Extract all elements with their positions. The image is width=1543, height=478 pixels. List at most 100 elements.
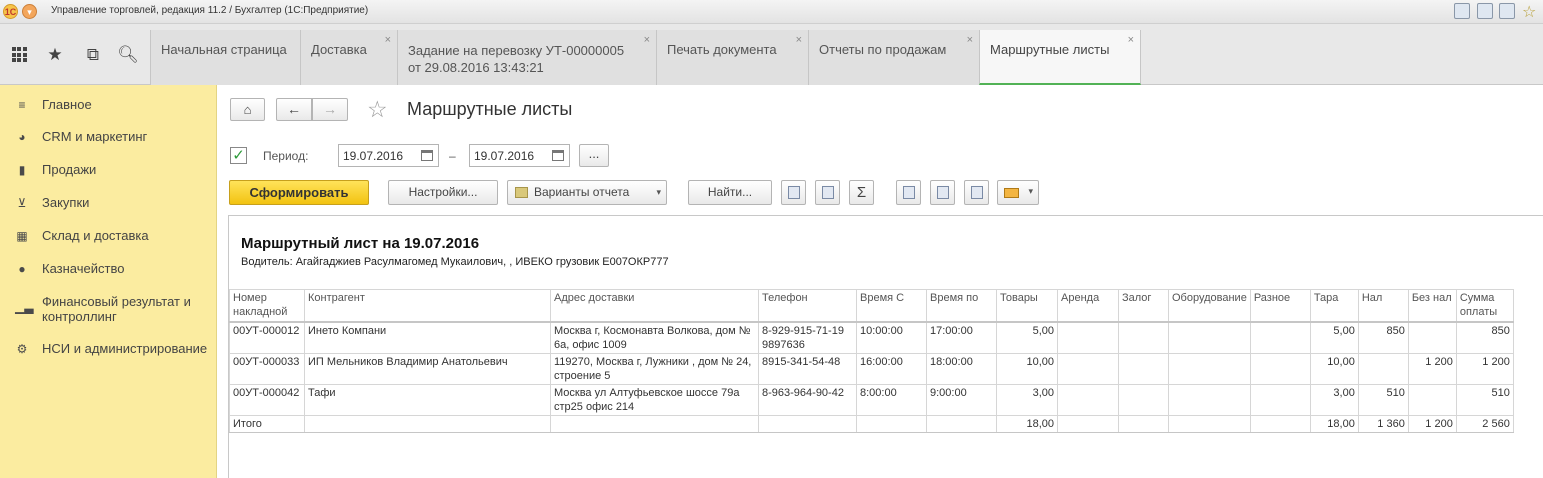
table-cell[interactable]: 00УТ-000033	[229, 352, 305, 385]
tab-route-sheets[interactable]: Маршрутные листы ×	[979, 30, 1141, 85]
period-checkbox[interactable]: ✓	[230, 147, 247, 164]
table-cell[interactable]: 1 200	[1407, 352, 1457, 385]
copy-button[interactable]	[781, 180, 806, 205]
table-cell[interactable]: 850	[1455, 321, 1514, 354]
table-cell[interactable]	[1057, 414, 1119, 433]
table-cell[interactable]	[1118, 352, 1169, 385]
table-cell[interactable]	[1168, 414, 1251, 433]
main-menu-icon[interactable]: ▾	[22, 4, 37, 19]
table-cell[interactable]	[304, 414, 551, 433]
table-cell[interactable]	[856, 414, 927, 433]
table-cell[interactable]	[1118, 321, 1169, 354]
sum-button[interactable]: Σ	[849, 180, 874, 205]
table-cell[interactable]	[1249, 352, 1311, 385]
sidebar-item-sales[interactable]: ▮ Продажи	[0, 159, 217, 183]
preview-icon[interactable]	[1499, 3, 1515, 19]
send-mail-button[interactable]: ▾	[997, 180, 1039, 205]
table-cell[interactable]: 510	[1455, 383, 1514, 416]
table-cell[interactable]	[1249, 383, 1311, 416]
sidebar-item-warehouse[interactable]: ▦ Склад и доставка	[0, 225, 217, 249]
table-cell[interactable]: 3,00	[1309, 383, 1359, 416]
paste-button[interactable]	[815, 180, 840, 205]
table-cell[interactable]	[1407, 321, 1457, 354]
table-cell[interactable]	[550, 414, 759, 433]
save-icon[interactable]	[1454, 3, 1470, 19]
back-button[interactable]: ←	[276, 98, 312, 121]
history-icon[interactable]: ⧉	[82, 44, 104, 66]
table-cell[interactable]: 1 200	[1455, 352, 1514, 385]
sidebar-item-purchases[interactable]: ⊻ Закупки	[0, 192, 217, 216]
table-cell[interactable]: 8:00:00	[856, 383, 927, 416]
table-cell[interactable]: 510	[1357, 383, 1409, 416]
table-cell[interactable]: Инето Компани	[304, 321, 551, 354]
table-cell[interactable]: 119270, Москва г, Лужники , дом № 24, ст…	[550, 352, 759, 385]
tab-delivery[interactable]: Доставка ×	[300, 30, 397, 85]
table-cell[interactable]: 850	[1357, 321, 1409, 354]
preview-button[interactable]	[930, 180, 955, 205]
table-cell[interactable]: Тафи	[304, 383, 551, 416]
close-icon[interactable]: ×	[796, 34, 802, 46]
table-cell[interactable]: 16:00:00	[856, 352, 927, 385]
table-cell[interactable]: 18,00	[1309, 414, 1359, 433]
settings-button[interactable]: Настройки...	[388, 180, 498, 205]
table-cell[interactable]: 8915-341-54-48	[758, 352, 857, 385]
search-icon[interactable]: 🔍︎	[117, 44, 139, 66]
table-cell[interactable]: 17:00:00	[926, 321, 997, 354]
table-cell[interactable]: ИП Мельников Владимир Анатольевич	[304, 352, 551, 385]
table-cell[interactable]: 8-929-915-71-19 9897636	[758, 321, 857, 354]
report-sheet[interactable]: Маршрутный лист на 19.07.2016 Водитель: …	[228, 215, 1543, 478]
print-icon[interactable]	[1477, 3, 1493, 19]
tab-sales-reports[interactable]: Отчеты по продажам ×	[808, 30, 979, 85]
sidebar-item-treasury[interactable]: ● Казначейство	[0, 258, 217, 282]
table-cell[interactable]: Москва г, Космонавта Волкова, дом № 6а, …	[550, 321, 759, 354]
home-button[interactable]: ⌂	[230, 98, 265, 121]
table-cell[interactable]: 5,00	[1309, 321, 1359, 354]
apps-icon[interactable]	[8, 44, 30, 66]
close-icon[interactable]: ×	[1128, 34, 1134, 46]
table-cell[interactable]: 1 200	[1407, 414, 1457, 433]
sidebar-item-admin[interactable]: ⚙ НСИ и администрирование	[0, 338, 217, 362]
table-cell[interactable]: 3,00	[996, 383, 1058, 416]
tab-home[interactable]: Начальная страница	[150, 30, 300, 85]
close-icon[interactable]: ×	[967, 34, 973, 46]
table-cell[interactable]	[926, 414, 997, 433]
table-cell[interactable]	[1118, 414, 1169, 433]
table-cell[interactable]: 00УТ-000042	[229, 383, 305, 416]
table-cell[interactable]	[1357, 352, 1409, 385]
sidebar-item-main[interactable]: ≡ Главное	[0, 94, 217, 118]
table-cell[interactable]: 9:00:00	[926, 383, 997, 416]
table-cell[interactable]: 10:00:00	[856, 321, 927, 354]
find-button[interactable]: Найти...	[688, 180, 772, 205]
table-row[interactable]: 00УТ-000012 Инето Компани Москва г, Косм…	[229, 321, 1514, 354]
date-to-input[interactable]: 19.07.2016	[469, 144, 570, 167]
sidebar-item-financial[interactable]: ▁▃ Финансовый результат и контроллинг	[0, 291, 217, 325]
table-cell[interactable]	[1057, 383, 1119, 416]
table-cell[interactable]: 5,00	[996, 321, 1058, 354]
table-cell[interactable]	[1407, 383, 1457, 416]
tab-print-document[interactable]: Печать документа ×	[656, 30, 808, 85]
table-row[interactable]: 00УТ-000042 Тафи Москва ул Алтуфьевское …	[229, 383, 1514, 416]
table-cell[interactable]: 18,00	[996, 414, 1058, 433]
forward-button[interactable]: →	[312, 98, 348, 121]
print-button[interactable]	[896, 180, 921, 205]
table-cell[interactable]	[1249, 414, 1311, 433]
table-cell[interactable]: 00УТ-000012	[229, 321, 305, 354]
calendar-icon[interactable]	[421, 150, 433, 161]
table-cell[interactable]	[1168, 352, 1251, 385]
table-cell[interactable]: Итого	[229, 414, 305, 433]
table-cell[interactable]	[1118, 383, 1169, 416]
report-variants-button[interactable]: Варианты отчета ▾	[507, 180, 667, 205]
close-icon[interactable]: ×	[385, 34, 391, 46]
tab-transport-task[interactable]: Задание на перевозку УТ-00000005 от 29.0…	[397, 30, 656, 85]
close-icon[interactable]: ×	[644, 34, 650, 46]
table-cell[interactable]: 2 560	[1455, 414, 1514, 433]
table-cell[interactable]	[758, 414, 857, 433]
save-button[interactable]	[964, 180, 989, 205]
table-cell[interactable]	[1168, 383, 1251, 416]
select-period-button[interactable]: ...	[579, 144, 609, 167]
table-cell[interactable]: 1 360	[1357, 414, 1409, 433]
table-cell[interactable]: 18:00:00	[926, 352, 997, 385]
add-favorite-star-icon[interactable]: ☆	[367, 96, 388, 123]
favorite-star-icon[interactable]: ☆	[1522, 2, 1536, 22]
1c-logo-icon[interactable]: 1С	[3, 4, 18, 19]
